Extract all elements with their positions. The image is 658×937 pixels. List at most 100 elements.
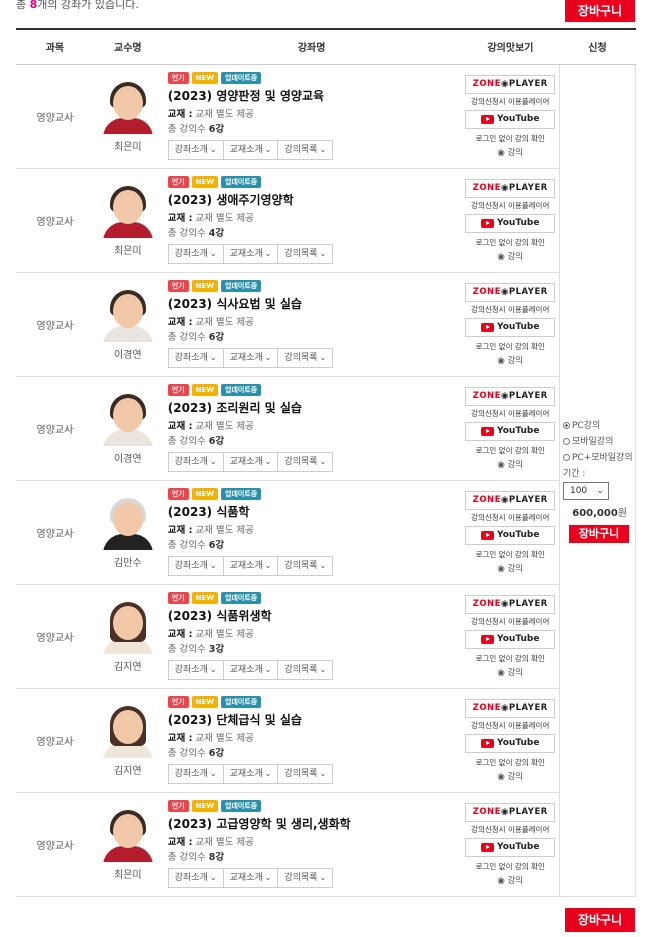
course-intro-dropdown[interactable]: 강좌소개 ⌄ [169, 661, 224, 679]
course-textbook: 교재 : 교재 별도 제공 [167, 733, 254, 744]
lecture-list-dropdown[interactable]: 강의목록 ⌄ [278, 765, 332, 783]
course-title[interactable]: (2023) 조리원리 및 실습 [168, 399, 462, 416]
table-header-row: 과목 교수명 강좌명 강의맛보기 신청 [16, 28, 636, 65]
textbook-intro-dropdown[interactable]: 교재소개 ⌄ [224, 141, 279, 159]
textbook-intro-dropdown[interactable]: 교재소개 ⌄ [224, 869, 279, 887]
textbook-intro-dropdown[interactable]: 교재소개 ⌄ [224, 349, 279, 367]
login-free-note: 로그인 없이 강의 확인 [475, 341, 545, 351]
lecture-radio[interactable]: ◉ 강의 [462, 666, 559, 678]
course-cell: 인기 NEW 업데이트중 (2023) 단체급식 및 실습 교재 : 교재 별도… [161, 688, 462, 793]
course-intro-dropdown[interactable]: 강좌소개 ⌄ [169, 349, 224, 367]
youtube-button[interactable]: YouTube [465, 317, 556, 337]
course-title[interactable]: (2023) 식품학 [168, 503, 462, 520]
zone-player-button[interactable]: ZONE◉PLAYER [465, 802, 556, 822]
textbook-intro-dropdown[interactable]: 교재소개 ⌄ [224, 765, 279, 783]
textbook-intro-dropdown[interactable]: 교재소개 ⌄ [224, 453, 279, 471]
cart-button-top[interactable]: 장바구니 [565, 0, 635, 22]
professor-photo [101, 808, 155, 862]
period-select[interactable]: 100 ⌄ [562, 481, 609, 500]
youtube-play-icon [481, 114, 495, 124]
lecture-radio[interactable]: ◉ 강의 [462, 354, 559, 366]
cart-button-bottom[interactable]: 장바구니 [565, 908, 635, 932]
course-title[interactable]: (2023) 식사요법 및 실습 [168, 295, 462, 312]
course-title[interactable]: (2023) 고급영양학 및 생리,생화학 [168, 815, 462, 832]
youtube-button[interactable]: YouTube [465, 629, 556, 649]
professor-cell: 최은미 [93, 792, 162, 897]
professor-photo [101, 184, 155, 238]
cart-button-apply[interactable]: 장바구니 [568, 524, 629, 543]
youtube-button[interactable]: YouTube [465, 213, 556, 233]
lecture-list-dropdown[interactable]: 강의목록 ⌄ [278, 661, 332, 679]
course-dropdowns: 강좌소개 ⌄ 교재소개 ⌄ 강의목록 ⌄ [167, 140, 334, 160]
zone-player-note: 강의신청시 이용플레이어 [471, 824, 550, 834]
youtube-button[interactable]: YouTube [465, 421, 556, 441]
subject-cell: 영양교사 [16, 272, 94, 377]
course-title[interactable]: (2023) 영양판정 및 영양교육 [168, 87, 462, 104]
youtube-button[interactable]: YouTube [465, 733, 556, 753]
chevron-down-icon: ⌄ [319, 873, 327, 882]
chevron-down-icon: ⌄ [319, 769, 327, 778]
youtube-button[interactable]: YouTube [465, 837, 556, 857]
badge-popular: 인기 [167, 800, 189, 812]
lecture-list-dropdown[interactable]: 강의목록 ⌄ [278, 245, 332, 263]
badge-updating: 업데이트중 [221, 72, 262, 84]
lecture-radio[interactable]: ◉ 강의 [462, 458, 559, 470]
lecture-radio[interactable]: ◉ 강의 [462, 146, 559, 158]
option-pc-mobile[interactable]: PC+모바일강의 [562, 450, 635, 463]
lecture-radio[interactable]: ◉ 강의 [462, 874, 559, 886]
course-intro-dropdown[interactable]: 강좌소개 ⌄ [169, 765, 224, 783]
badge-new: NEW [191, 384, 219, 396]
lecture-radio[interactable]: ◉ 강의 [462, 562, 559, 574]
zone-player-button[interactable]: ZONE◉PLAYER [465, 386, 556, 406]
option-pc[interactable]: PC강의 [562, 418, 635, 431]
zone-player-button[interactable]: ZONE◉PLAYER [465, 594, 556, 614]
lecture-list-dropdown[interactable]: 강의목록 ⌄ [278, 453, 332, 471]
badge-popular: 인기 [167, 488, 189, 500]
zone-player-button[interactable]: ZONE◉PLAYER [465, 282, 556, 302]
course-title[interactable]: (2023) 식품위생학 [168, 607, 462, 624]
youtube-button[interactable]: YouTube [465, 109, 556, 129]
login-free-note: 로그인 없이 강의 확인 [475, 653, 545, 663]
subject-label: 영양교사 [36, 840, 74, 852]
badge-new: NEW [191, 72, 219, 84]
zone-player-button[interactable]: ZONE◉PLAYER [465, 74, 556, 94]
badge-popular: 인기 [167, 384, 189, 396]
professor-cell: 김만수 [93, 480, 162, 585]
course-cell: 인기 NEW 업데이트중 (2023) 영양판정 및 영양교육 교재 : 교재 … [161, 64, 462, 169]
chevron-down-icon: ⌄ [209, 145, 217, 154]
lecture-list-dropdown[interactable]: 강의목록 ⌄ [278, 349, 332, 367]
zone-player-button[interactable]: ZONE◉PLAYER [465, 698, 556, 718]
textbook-intro-dropdown[interactable]: 교재소개 ⌄ [224, 245, 279, 263]
course-title[interactable]: (2023) 단체급식 및 실습 [168, 711, 462, 728]
course-intro-dropdown[interactable]: 강좌소개 ⌄ [169, 141, 224, 159]
youtube-button[interactable]: YouTube [465, 525, 556, 545]
lecture-list-dropdown[interactable]: 강의목록 ⌄ [278, 869, 332, 887]
preview-cell: ZONE◉PLAYER 강의신청시 이용플레이어 YouTube 로그인 없이 … [461, 480, 560, 585]
lecture-radio[interactable]: ◉ 강의 [462, 250, 559, 262]
course-intro-dropdown[interactable]: 강좌소개 ⌄ [169, 869, 224, 887]
chevron-down-icon: ⌄ [209, 873, 217, 882]
option-mobile[interactable]: 모바일강의 [562, 434, 635, 447]
lecture-list-dropdown[interactable]: 강의목록 ⌄ [278, 141, 332, 159]
course-cell: 인기 NEW 업데이트중 (2023) 생애주기영양학 교재 : 교재 별도 제… [161, 168, 462, 273]
textbook-intro-dropdown[interactable]: 교재소개 ⌄ [224, 557, 279, 575]
lecture-radio[interactable]: ◉ 강의 [462, 770, 559, 782]
lecture-list-dropdown[interactable]: 강의목록 ⌄ [278, 557, 332, 575]
chevron-down-icon: ⌄ [264, 561, 272, 570]
course-dropdowns: 강좌소개 ⌄ 교재소개 ⌄ 강의목록 ⌄ [167, 348, 334, 368]
youtube-play-icon [481, 530, 495, 540]
zone-player-note: 강의신청시 이용플레이어 [471, 96, 550, 106]
badge-group: 인기 NEW 업데이트중 [167, 800, 462, 812]
course-lecture-count: 총 강의수 6강 [167, 436, 225, 447]
zone-player-button[interactable]: ZONE◉PLAYER [465, 178, 556, 198]
course-intro-dropdown[interactable]: 강좌소개 ⌄ [169, 245, 224, 263]
zone-player-button[interactable]: ZONE◉PLAYER [465, 490, 556, 510]
course-title[interactable]: (2023) 생애주기영양학 [168, 191, 462, 208]
course-intro-dropdown[interactable]: 강좌소개 ⌄ [169, 557, 224, 575]
textbook-intro-dropdown[interactable]: 교재소개 ⌄ [224, 661, 279, 679]
professor-photo [101, 392, 155, 446]
login-free-note: 로그인 없이 강의 확인 [475, 445, 545, 455]
zone-player-note: 강의신청시 이용플레이어 [471, 616, 550, 626]
subject-cell: 영양교사 [16, 168, 94, 273]
course-intro-dropdown[interactable]: 강좌소개 ⌄ [169, 453, 224, 471]
